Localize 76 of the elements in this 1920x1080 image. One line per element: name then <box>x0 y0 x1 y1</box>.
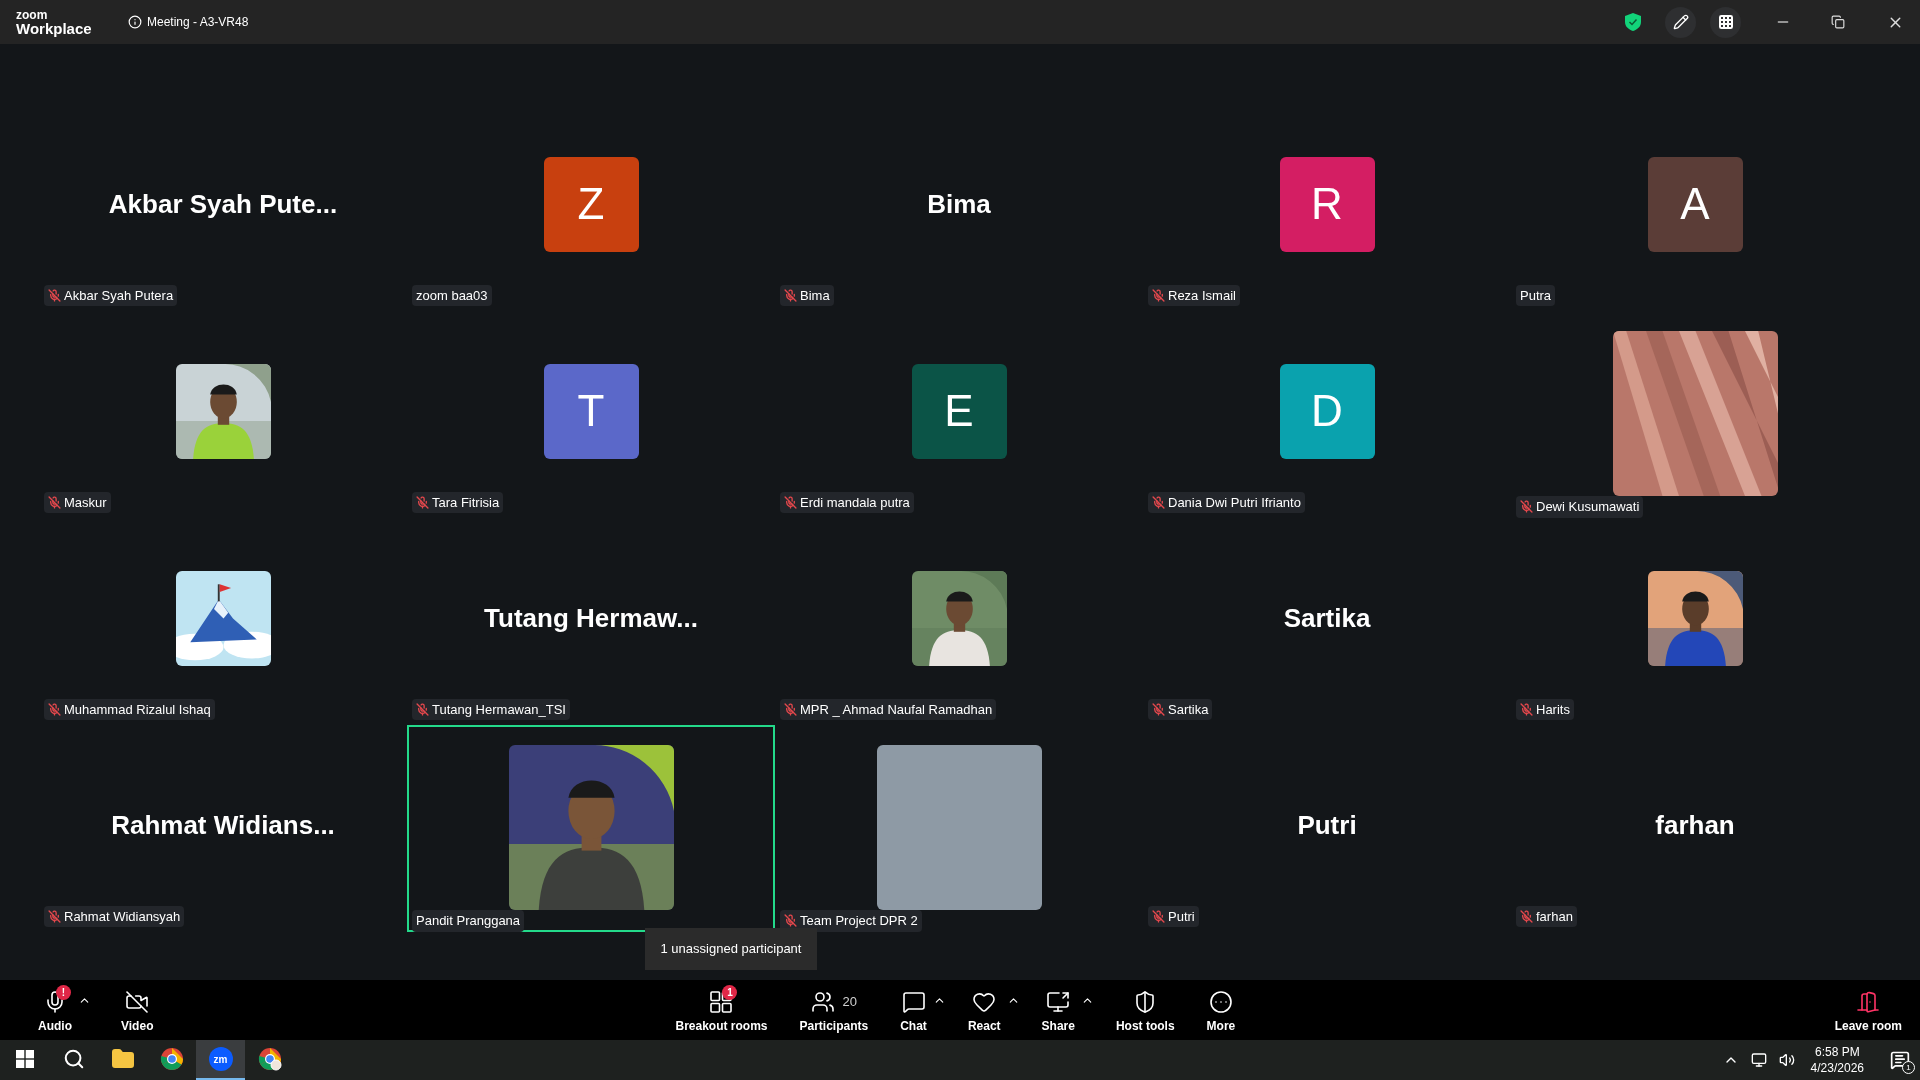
participant-name-display: Akbar Syah Pute... <box>108 187 338 221</box>
leave-button[interactable]: Leave room <box>1824 981 1912 1039</box>
participant-name: Muhammad Rizalul Ishaq <box>64 700 211 719</box>
participant-count: 20 <box>842 992 858 1011</box>
participant-name: zoom baa03 <box>416 286 488 305</box>
host-button[interactable]: Host tools <box>1105 981 1185 1039</box>
window-title: Meeting - A3-VR48 <box>147 14 249 31</box>
participant-name: Reza Ismail <box>1168 286 1236 305</box>
volume-icon[interactable] <box>1778 1052 1795 1068</box>
browser-icon <box>257 1047 282 1071</box>
participant-name-display: Rahmat Widians... <box>111 808 335 842</box>
participant-name: Pandit Pranggana <box>416 912 521 930</box>
info-icon[interactable] <box>128 15 142 29</box>
logo-text: Workplace <box>16 20 93 36</box>
more-icon <box>1208 989 1233 1014</box>
apps-button[interactable] <box>1710 6 1741 38</box>
participant-name: Team Project DPR 2 <box>800 912 918 930</box>
windows-icon <box>15 1050 34 1068</box>
notification-icon[interactable] <box>1890 1050 1910 1070</box>
notification-badge: 1 <box>722 984 738 1000</box>
participant-name: MPR _ Ahmad Naufal Ramadhan <box>800 700 993 719</box>
participants-icon <box>810 989 835 1014</box>
avatar: Z <box>543 156 639 252</box>
participant-name: Maskur <box>64 493 107 512</box>
participant-name-display: Tutang Hermaw... <box>484 601 698 635</box>
notification-count: 1 <box>1902 1061 1915 1074</box>
participant-name-display: Sartika <box>1283 601 1371 635</box>
search-icon <box>62 1048 85 1070</box>
avatar: T <box>543 363 639 459</box>
share-button[interactable]: Share <box>1031 981 1085 1039</box>
clock[interactable]: 6:58 PM 4/23/2026 <box>1806 1044 1868 1076</box>
breakout-rooms-icon <box>709 989 734 1014</box>
react-button[interactable]: React <box>957 981 1011 1039</box>
participant-name: Tara Fitrisia <box>432 493 500 512</box>
tooltip: 1 unassigned participant <box>645 928 817 970</box>
participants-button[interactable]: 20 Participants <box>789 981 879 1039</box>
video-button[interactable]: Video <box>111 981 164 1039</box>
avatar: D <box>1279 363 1375 459</box>
avatar: R <box>1279 156 1375 252</box>
pencil-icon <box>1672 14 1689 30</box>
zoom-app-icon: zm <box>208 1047 233 1071</box>
folder-icon <box>110 1047 135 1071</box>
participant-name: Harits <box>1536 700 1570 719</box>
browser-icon <box>159 1047 184 1071</box>
participant-name: Putri <box>1168 907 1195 926</box>
participant-name: Putra <box>1520 286 1552 305</box>
grid-icon <box>1717 14 1734 30</box>
logo-small-text: zoom <box>16 8 49 21</box>
participant-name: Bima <box>800 286 830 305</box>
avatar: E <box>911 363 1007 459</box>
audio-button[interactable]: ! Audio <box>28 981 82 1039</box>
participant-name-display: farhan <box>1655 808 1735 842</box>
participant-name-display: Putri <box>1297 808 1357 842</box>
notification-badge: ! <box>56 984 71 1000</box>
chat-icon <box>901 989 926 1014</box>
participant-name: Dania Dwi Putri Ifrianto <box>1168 493 1301 512</box>
breakout-button[interactable]: 1 Breakout rooms <box>665 981 778 1039</box>
participant-name: Erdi mandala putra <box>800 493 910 512</box>
restore-icon[interactable] <box>1831 15 1845 29</box>
participant-name: Akbar Syah Putera <box>64 286 174 305</box>
share-screen-icon <box>1046 989 1071 1014</box>
video-off-icon <box>125 989 150 1014</box>
annotate-button[interactable] <box>1665 6 1696 38</box>
participant-name: Sartika <box>1168 700 1209 719</box>
network-icon[interactable] <box>1750 1052 1767 1068</box>
participant-name-display: Bima <box>927 187 991 221</box>
chat-button[interactable]: Chat <box>890 981 937 1039</box>
avatar: A <box>1647 156 1743 252</box>
participant-name: Dewi Kusumawati <box>1536 498 1640 516</box>
shield-check-icon <box>1625 13 1641 31</box>
participant-name: farhan <box>1536 907 1573 926</box>
participant-name: Rahmat Widiansyah <box>64 907 181 926</box>
more-button[interactable]: More <box>1196 981 1246 1039</box>
taskbar-button[interactable]: zm <box>196 1040 245 1080</box>
participant-name: Tutang Hermawan_TSI <box>432 700 566 719</box>
door-icon <box>1856 989 1881 1014</box>
